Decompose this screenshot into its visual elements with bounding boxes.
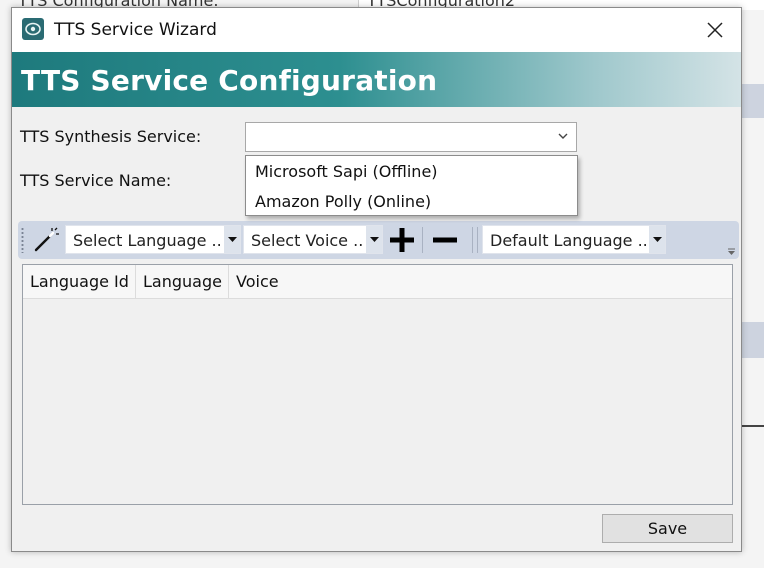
header-banner: TTS Service Configuration [12,52,741,107]
tts-service-wizard-dialog: TTS Service Wizard TTS Service Configura… [11,7,742,552]
synthesis-service-select[interactable] [245,122,577,152]
select-language-dropdown[interactable]: Select Language .. [65,225,241,254]
column-header-language-id[interactable]: Language Id [23,265,136,298]
default-language-text: Default Language .. [490,231,648,250]
remove-language-button[interactable] [431,226,459,254]
language-toolbar: Select Language .. Select Voice .. Defau… [18,221,739,259]
column-header-language[interactable]: Language [136,265,229,298]
parent-divider [740,425,764,427]
magic-wand-icon [34,227,59,252]
banner-title: TTS Service Configuration [21,64,438,97]
dropdown-arrow-icon [224,226,240,253]
add-language-button[interactable] [388,226,416,254]
parent-panel-band [740,84,764,118]
default-language-dropdown[interactable]: Default Language .. [482,225,666,254]
toolbar-separator [477,227,478,253]
plus-icon [390,228,414,252]
grid-header: Language Id Language Voice [23,265,732,299]
app-icon [22,18,44,40]
auto-config-button[interactable] [33,227,59,253]
column-header-label: Language [143,272,222,291]
dropdown-option-amazon-polly[interactable]: Amazon Polly (Online) [255,192,431,211]
parent-panel-band [740,322,764,358]
select-language-text: Select Language .. [73,231,222,250]
synthesis-service-dropdown: Microsoft Sapi (Offline) Amazon Polly (O… [245,155,578,216]
column-header-label: Voice [236,272,279,291]
column-header-voice[interactable]: Voice [229,265,732,298]
title-bar: TTS Service Wizard [12,8,741,52]
window-title: TTS Service Wizard [54,20,217,40]
language-voice-grid[interactable]: Language Id Language Voice [22,264,733,505]
select-voice-text: Select Voice .. [251,231,364,250]
chevron-down-icon [558,133,568,139]
toolbar-grip[interactable] [21,227,24,253]
close-icon [707,22,723,38]
toolbar-separator [422,227,423,253]
close-button[interactable] [695,10,735,50]
minus-icon [433,237,457,243]
column-header-label: Language Id [30,272,129,291]
toolbar-overflow-icon[interactable] [727,248,736,256]
save-button[interactable]: Save [602,514,733,543]
dropdown-option-microsoft-sapi[interactable]: Microsoft Sapi (Offline) [255,162,438,181]
synthesis-service-label: TTS Synthesis Service: [20,127,202,146]
select-voice-dropdown[interactable]: Select Voice .. [243,225,383,254]
toolbar-separator [472,227,473,253]
dropdown-arrow-icon [366,226,382,253]
dropdown-arrow-icon [649,226,665,253]
service-name-label: TTS Service Name: [20,171,172,190]
